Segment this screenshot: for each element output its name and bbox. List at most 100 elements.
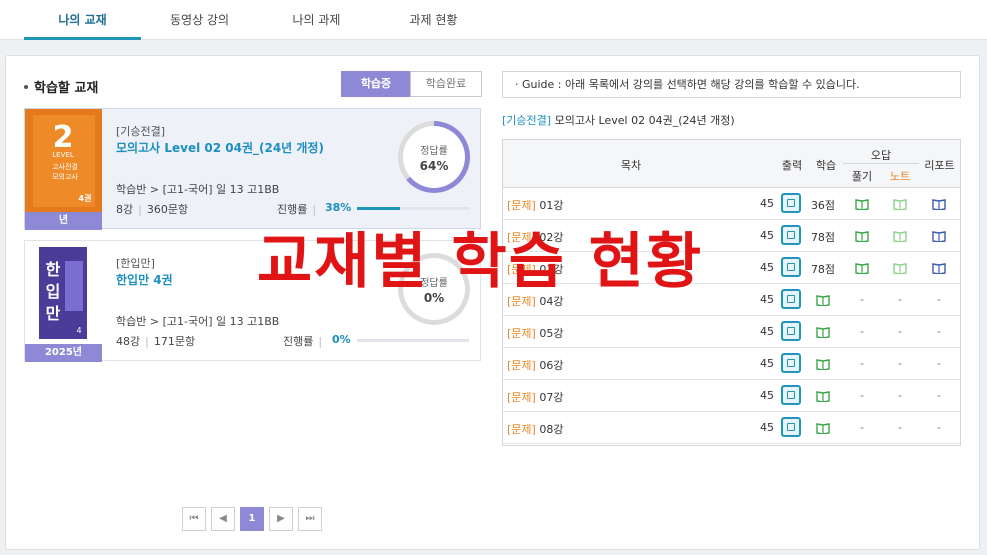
header-study: 학습 — [815, 159, 837, 172]
header-wrong: 오답 — [870, 149, 892, 162]
note-book-icon[interactable] — [893, 230, 907, 242]
tab-my-assignments[interactable]: 나의 과제 — [258, 0, 375, 40]
svg-text:모의고사: 모의고사 — [52, 172, 78, 181]
note-book-icon[interactable] — [893, 198, 907, 210]
report-book-icon[interactable] — [932, 230, 946, 242]
print-icon[interactable] — [781, 353, 801, 373]
question-count: 45 — [760, 229, 774, 242]
book-meta-1: 8강 | 360문항 — [116, 203, 189, 216]
book-publisher-2: [한입만] — [116, 257, 155, 270]
accuracy-ring-1: 정답률 64% — [398, 121, 470, 193]
report-wrap — [932, 188, 946, 220]
book-cover-2: 한 입 만 4 2025년 — [25, 241, 102, 362]
toggle-in-progress[interactable]: 학습중 — [341, 71, 411, 97]
report-empty: - — [937, 389, 941, 402]
page-prev-button[interactable]: ◀ — [211, 507, 235, 531]
book-name-2[interactable]: 한입만 4권 — [116, 271, 173, 288]
print-icon[interactable] — [781, 385, 801, 405]
book-card-1[interactable]: 2 LEVEL 고사전결 모의고사 4권 년 [기승전결] 모의고사 Level… — [24, 108, 481, 230]
note-empty: - — [898, 325, 902, 338]
lesson-title[interactable]: [문제] 01강 — [507, 197, 563, 213]
header-print: 출력 — [781, 159, 803, 172]
study-book-wrap — [816, 348, 830, 380]
progress-bar-2 — [357, 339, 469, 342]
print-icon[interactable] — [781, 193, 801, 213]
header-divider — [843, 163, 919, 164]
study-book-icon[interactable] — [816, 326, 830, 338]
solve-book-icon[interactable] — [855, 198, 869, 210]
lesson-title[interactable]: [문제] 07강 — [507, 389, 563, 405]
report-book-icon[interactable] — [932, 198, 946, 210]
study-book-icon[interactable] — [816, 358, 830, 370]
table-header: 목차 출력 학습 오답 풀기 노트 리포트 — [503, 140, 960, 188]
print-icon[interactable] — [781, 417, 801, 437]
progress-label-2: 진행률 | — [283, 335, 323, 348]
study-book-icon[interactable] — [816, 422, 830, 434]
progress-label-1: 진행률 | — [277, 203, 317, 216]
print-icon[interactable] — [781, 257, 801, 277]
table-row[interactable]: [문제] 01강 45 36점 — [503, 188, 960, 220]
svg-text:LEVEL: LEVEL — [52, 151, 74, 159]
book-meta-2: 48강 | 171문항 — [116, 335, 196, 348]
study-book-icon[interactable] — [816, 294, 830, 306]
tab-video-lectures[interactable]: 동영상 강의 — [141, 0, 258, 40]
report-empty: - — [937, 357, 941, 370]
study-score[interactable]: 78점 — [809, 229, 837, 245]
svg-text:2: 2 — [53, 120, 74, 155]
table-row[interactable]: [문제] 05강 45 - - - — [503, 316, 960, 348]
progress-value-2: 0% — [332, 333, 351, 346]
print-icon[interactable] — [781, 225, 801, 245]
page-next-button[interactable]: ▶ — [269, 507, 293, 531]
book-cover-1: 2 LEVEL 고사전결 모의고사 4권 년 — [25, 109, 102, 230]
table-row[interactable]: [문제] 08강 45 - - - — [503, 412, 960, 444]
report-wrap — [932, 220, 946, 252]
question-count: 45 — [760, 261, 774, 274]
study-book-icon[interactable] — [816, 390, 830, 402]
svg-text:4: 4 — [76, 326, 81, 335]
solve-empty: - — [860, 357, 864, 370]
bullet-icon — [24, 85, 28, 89]
note-empty: - — [898, 421, 902, 434]
book-class-2: 학습반 > [고1-국어] 일 13 고1BB — [116, 315, 280, 328]
svg-text:고사전결: 고사전결 — [52, 162, 78, 171]
note-empty: - — [898, 293, 902, 306]
book-name-1[interactable]: 모의고사 Level 02 04권_(24년 개정) — [116, 139, 324, 156]
lesson-title[interactable]: [문제] 06강 — [507, 357, 563, 373]
section-title: 학습할 교재 — [24, 77, 98, 96]
note-book-icon[interactable] — [893, 262, 907, 274]
question-count: 45 — [760, 389, 774, 402]
note-empty: - — [898, 389, 902, 402]
print-icon[interactable] — [781, 321, 801, 341]
accuracy-label-1: 정답률 — [420, 146, 448, 157]
report-wrap — [932, 252, 946, 284]
page-1-button[interactable]: 1 — [240, 507, 264, 531]
svg-text:입: 입 — [46, 282, 61, 301]
question-count: 45 — [760, 197, 774, 210]
table-row[interactable]: [문제] 07강 45 - - - — [503, 380, 960, 412]
report-empty: - — [937, 293, 941, 306]
tab-assignment-status[interactable]: 과제 현황 — [375, 0, 492, 40]
study-score[interactable]: 78점 — [809, 261, 837, 277]
accuracy-value-1: 64% — [419, 159, 449, 173]
tab-my-textbooks[interactable]: 나의 교재 — [24, 0, 141, 40]
report-empty: - — [937, 421, 941, 434]
overlay-caption: 교재별 학습 현황 — [257, 227, 704, 297]
header-note: 노트 — [889, 170, 911, 183]
lesson-title[interactable]: [문제] 08강 — [507, 421, 563, 437]
svg-text:4권: 4권 — [79, 193, 92, 203]
lesson-title[interactable]: [문제] 05강 — [507, 325, 563, 341]
table-row[interactable]: [문제] 06강 45 - - - — [503, 348, 960, 380]
page-first-button[interactable]: ⏮ — [182, 507, 206, 531]
report-book-icon[interactable] — [932, 262, 946, 274]
toggle-completed[interactable]: 학습완료 — [410, 71, 482, 97]
print-icon[interactable] — [781, 289, 801, 309]
study-score[interactable]: 36점 — [809, 197, 837, 213]
page-last-button[interactable]: ⏭ — [298, 507, 322, 531]
solve-book-icon[interactable] — [855, 262, 869, 274]
header-solve: 풀기 — [851, 170, 873, 183]
solve-empty: - — [860, 325, 864, 338]
solve-book-icon[interactable] — [855, 230, 869, 242]
solve-wrap — [855, 188, 869, 220]
book-publisher-1: [기승전결] — [116, 125, 166, 138]
study-book-wrap — [816, 380, 830, 412]
